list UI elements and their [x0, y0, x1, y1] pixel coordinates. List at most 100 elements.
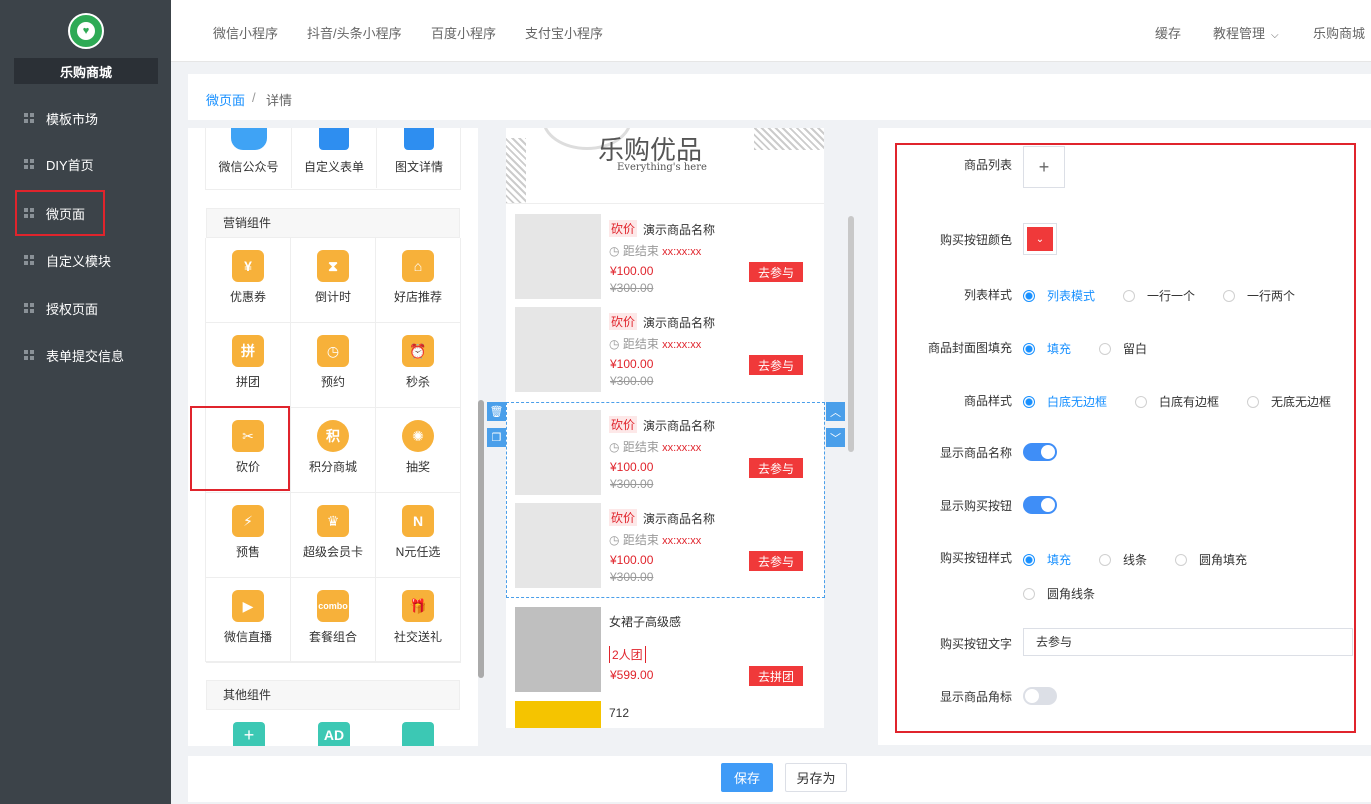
marketing-group-title: 营销组件: [206, 208, 460, 238]
move-up-icon[interactable]: ︿: [826, 402, 845, 421]
chevron-down-icon: ⌵: [1271, 30, 1279, 41]
tab-baidu-miniprogram[interactable]: 百度小程序: [431, 23, 496, 42]
join-button[interactable]: 去参与: [749, 355, 803, 375]
grid-icon: [24, 350, 34, 360]
component-rich-text[interactable]: 图文详情: [376, 128, 461, 188]
crown-icon: ♛: [317, 505, 349, 537]
sidebar-item-form-submissions[interactable]: 表单提交信息: [0, 331, 171, 379]
component-custom-form[interactable]: 自定义表单: [291, 128, 376, 188]
radio-label: 填充: [1047, 553, 1072, 567]
component-live[interactable]: ▶ 微信直播: [206, 578, 291, 663]
product-image: [515, 701, 601, 728]
preview-scrollbar[interactable]: [848, 216, 854, 452]
presale-icon: ⚡: [232, 505, 264, 537]
show-corner-toggle[interactable]: [1023, 687, 1057, 705]
preview-group-item[interactable]: 女裙子高级感 2人团 ¥599.00 去拼团: [506, 598, 824, 692]
radio-no-bg-no-border[interactable]: 无底无边框: [1247, 393, 1331, 410]
tab-alipay-miniprogram[interactable]: 支付宝小程序: [525, 23, 603, 42]
component-points-mall[interactable]: 积积分商城: [291, 408, 376, 493]
radio-buy-line[interactable]: 线条: [1099, 551, 1147, 568]
other-group-title: 其他组件: [206, 680, 460, 710]
component-shop-recommend[interactable]: ⌂ 好店推荐: [376, 238, 461, 323]
preview-banner[interactable]: 乐购优品 Everything's here: [506, 128, 824, 204]
show-buy-toggle[interactable]: [1023, 496, 1057, 514]
radio-blank[interactable]: 留白: [1099, 340, 1147, 357]
breadcrumb: [188, 74, 1371, 120]
radio-dot: [1099, 553, 1111, 566]
tab-wechat-miniprogram[interactable]: 微信小程序: [213, 23, 278, 42]
component-label: 超级会员卡: [302, 545, 363, 559]
show-name-toggle[interactable]: [1023, 443, 1057, 461]
radio-buy-round-line[interactable]: 圆角线条: [1023, 585, 1095, 602]
bargain-badge: 砍价: [609, 313, 638, 330]
save-as-button[interactable]: 另存为: [785, 763, 847, 792]
breadcrumb-separator: /: [252, 90, 256, 105]
component-scrollbar[interactable]: [478, 400, 484, 678]
radio-white-border[interactable]: 白底有边框: [1135, 393, 1219, 410]
component-group-buy[interactable]: 拼拼团: [206, 323, 291, 408]
sidebar-item-template-market[interactable]: 模板市场: [0, 94, 171, 142]
highlight-box: [190, 406, 290, 491]
show-corner-label: 显示商品角标: [939, 690, 1012, 704]
copy-icon[interactable]: ❐: [487, 428, 506, 447]
sidebar-item-diy-home[interactable]: DIY首页: [0, 140, 171, 188]
component-combo[interactable]: combo 套餐组合: [291, 578, 376, 663]
tutorial-menu[interactable]: 教程管理 ⌵: [1213, 23, 1279, 42]
component-presale[interactable]: ⚡ 预售: [206, 493, 291, 578]
join-button[interactable]: 去参与: [749, 262, 803, 282]
tab-douyin-miniprogram[interactable]: 抖音/头条小程序: [307, 23, 402, 42]
sidebar-item-label: 自定义模块: [46, 253, 112, 269]
countdown: ◷ 距结束 xx:xx:xx: [609, 242, 701, 259]
product-image: [515, 214, 601, 299]
sidebar-item-auth-page[interactable]: 授权页面: [0, 284, 171, 332]
group-buy-button[interactable]: 去拼团: [749, 666, 803, 686]
product-price: ¥100.00: [610, 357, 654, 371]
component-n-choice[interactable]: N N元任选: [376, 493, 461, 578]
grid-icon: [24, 159, 34, 169]
shop-menu[interactable]: 乐购商城: [1313, 23, 1365, 42]
component-lottery[interactable]: ✺ 抽奖: [376, 408, 461, 493]
cache-link[interactable]: 缓存: [1155, 23, 1181, 42]
preview-product-item[interactable]: 砍价 演示商品名称 ◷ 距结束 xx:xx:xx ¥100.00 ¥300.00…: [506, 205, 824, 299]
breadcrumb-link[interactable]: 微页面: [206, 90, 245, 109]
save-button[interactable]: 保存: [721, 763, 773, 792]
radio-fill[interactable]: 填充: [1023, 340, 1071, 357]
product-price: ¥599.00: [610, 668, 654, 682]
add-page-icon[interactable]: +: [233, 722, 265, 746]
form-icon: [319, 128, 349, 150]
radio-two-per-row[interactable]: 一行两个: [1223, 287, 1295, 304]
radio-white-no-border[interactable]: 白底无边框: [1023, 393, 1107, 410]
radio-one-per-row[interactable]: 一行一个: [1123, 287, 1195, 304]
delete-icon[interactable]: 🗑: [487, 402, 506, 421]
points-coin-icon: 积: [317, 420, 349, 452]
move-down-icon[interactable]: ﹀: [826, 428, 845, 447]
radio-label: 圆角线条: [1047, 587, 1096, 601]
preview-product-item[interactable]: 712: [506, 692, 824, 728]
component-countdown[interactable]: ⧗ 倒计时: [291, 238, 376, 323]
component-reservation[interactable]: ◷ 预约: [291, 323, 376, 408]
radio-buy-round-fill[interactable]: 圆角填充: [1175, 551, 1247, 568]
product-name: 女裙子高级感: [609, 615, 682, 629]
add-product-button[interactable]: +: [1023, 146, 1065, 188]
component-vip-card[interactable]: ♛ 超级会员卡: [291, 493, 376, 578]
preview-product-item[interactable]: 砍价 演示商品名称 ◷ 距结束 xx:xx:xx ¥100.00 ¥300.00…: [506, 298, 824, 392]
ad-icon[interactable]: AD: [318, 722, 350, 746]
module-icon[interactable]: [402, 722, 434, 746]
sidebar-item-custom-module[interactable]: 自定义模块: [0, 236, 171, 284]
alarm-clock-icon: ⏰: [402, 335, 434, 367]
component-flash-sale[interactable]: ⏰ 秒杀: [376, 323, 461, 408]
radio-list-mode[interactable]: 列表模式: [1023, 287, 1095, 304]
buy-text-input[interactable]: 去参与: [1023, 628, 1353, 656]
color-picker[interactable]: ⌄: [1023, 223, 1057, 255]
component-wechat-official[interactable]: 微信公众号: [206, 128, 291, 188]
sidebar-item-label: 模板市场: [46, 111, 99, 127]
highlight-box: [15, 190, 105, 236]
product-old-price: ¥300.00: [610, 281, 654, 295]
radio-label: 无底无边框: [1271, 395, 1332, 409]
radio-dot: [1023, 342, 1035, 355]
component-coupon[interactable]: ¥ 优惠券: [206, 238, 291, 323]
store-icon: ⌂: [402, 250, 434, 282]
radio-buy-fill[interactable]: 填充: [1023, 551, 1071, 568]
component-social-gift[interactable]: 🎁 社交送礼: [376, 578, 461, 663]
component-label: 预售: [235, 545, 260, 559]
